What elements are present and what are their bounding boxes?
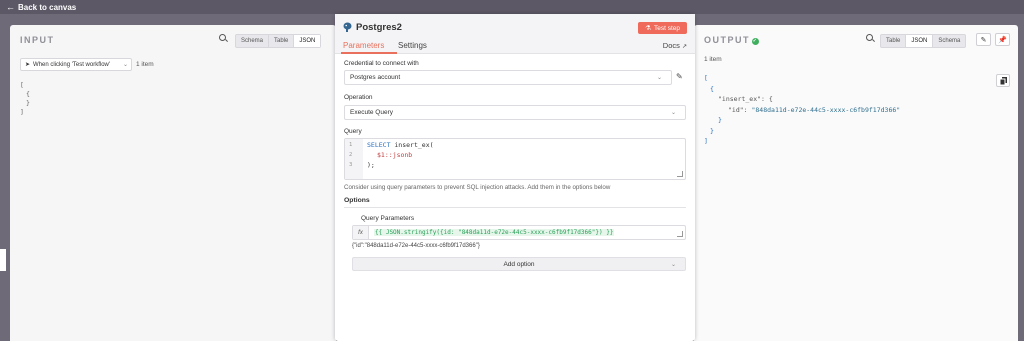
line-number: 1 bbox=[349, 142, 353, 148]
input-tab-schema[interactable]: Schema bbox=[236, 35, 270, 47]
query-parameters-label: Query Parameters bbox=[361, 215, 415, 222]
pin-icon: 📌 bbox=[998, 36, 1007, 44]
input-panel: INPUT Schema Table JSON ➤ When clicking … bbox=[10, 25, 336, 341]
code-text: ); bbox=[367, 161, 375, 169]
json-brace: } bbox=[718, 116, 722, 124]
docs-link[interactable]: Docs ↗ bbox=[663, 41, 687, 50]
output-tab-json[interactable]: JSON bbox=[906, 35, 934, 47]
input-tab-json[interactable]: JSON bbox=[294, 35, 321, 47]
test-step-label: Test step bbox=[653, 24, 680, 32]
query-parameters-expression[interactable]: fx {{ JSON.stringify({id: "848da11d-e72e… bbox=[352, 225, 686, 240]
operation-label: Operation bbox=[344, 94, 373, 101]
node-title: Postgres2 bbox=[356, 22, 402, 33]
search-icon[interactable] bbox=[219, 34, 228, 43]
json-bracket: [ bbox=[704, 74, 708, 82]
arrow-left-icon: ← bbox=[6, 2, 15, 12]
json-punct: : { bbox=[761, 95, 773, 103]
query-editor[interactable]: 1 2 3 SELECT insert_ex( $1::jsonb ); bbox=[344, 138, 686, 180]
canvas-edge-handle[interactable] bbox=[0, 249, 6, 271]
output-panel-title: OUTPUT ✓ bbox=[704, 35, 759, 45]
docs-label: Docs bbox=[662, 41, 680, 50]
code-line: SELECT insert_ex( bbox=[367, 141, 434, 149]
chevron-down-icon: ⌄ bbox=[670, 261, 676, 268]
cursor-icon: ➤ bbox=[25, 62, 31, 68]
success-check-icon: ✓ bbox=[752, 38, 759, 45]
active-tab-indicator bbox=[341, 52, 397, 54]
postgres-icon bbox=[343, 22, 352, 32]
line-number: 2 bbox=[349, 152, 353, 158]
expression-value: {{ JSON.stringify({id: "848da11d-e72e-44… bbox=[374, 229, 615, 236]
json-line: ] bbox=[20, 108, 24, 116]
add-option-label: Add option bbox=[503, 260, 535, 268]
external-link-icon: ↗ bbox=[681, 44, 687, 50]
resize-handle[interactable] bbox=[677, 171, 683, 177]
input-view-toggle: Schema Table JSON bbox=[235, 34, 322, 48]
input-node-select[interactable]: ➤ When clicking 'Test workflow' ⌄ bbox=[20, 58, 132, 71]
node-settings-panel: Postgres2 ⚗ Test step Parameters Setting… bbox=[335, 14, 695, 341]
pencil-icon: ✎ bbox=[980, 36, 987, 44]
sql-placeholder: $1 bbox=[377, 151, 385, 159]
output-panel: OUTPUT ✓ Table JSON Schema ✎ 📌 1 item [ {… bbox=[694, 25, 1018, 341]
search-icon[interactable] bbox=[866, 34, 875, 43]
credential-label: Credential to connect with bbox=[344, 60, 419, 67]
output-json-view: [ { "insert_ex": { "id": "848da11d-e72e-… bbox=[704, 73, 900, 147]
query-label: Query bbox=[344, 128, 362, 135]
output-items-count: 1 item bbox=[704, 56, 722, 63]
input-panel-title: INPUT bbox=[20, 35, 55, 45]
sql-injection-hint: Consider using query parameters to preve… bbox=[344, 184, 611, 191]
chevron-down-icon: ⌄ bbox=[670, 110, 676, 116]
json-line: { bbox=[26, 90, 30, 98]
tab-parameters[interactable]: Parameters bbox=[343, 41, 384, 50]
output-view-toggle: Table JSON Schema bbox=[880, 34, 967, 48]
credential-value: Postgres account bbox=[350, 74, 401, 81]
options-heading: Options bbox=[344, 197, 370, 204]
line-number: 3 bbox=[349, 162, 353, 168]
input-json-view: [ { } ] bbox=[20, 81, 30, 117]
operation-value: Execute Query bbox=[350, 109, 393, 116]
divider bbox=[344, 207, 686, 208]
json-key: "insert_ex" bbox=[718, 95, 762, 103]
json-line: } bbox=[26, 99, 30, 107]
test-step-button[interactable]: ⚗ Test step bbox=[638, 22, 687, 34]
json-brace: { bbox=[710, 84, 714, 93]
node-header: Postgres2 ⚗ Test step Parameters Setting… bbox=[335, 14, 695, 54]
flask-icon: ⚗ bbox=[645, 25, 651, 32]
chevron-down-icon: ⌄ bbox=[122, 62, 128, 68]
code-text: ::jsonb bbox=[384, 151, 413, 159]
edit-credential-icon[interactable]: ✎ bbox=[676, 72, 683, 81]
edit-output-button[interactable]: ✎ bbox=[976, 33, 991, 46]
input-tab-table[interactable]: Table bbox=[269, 35, 295, 47]
output-title-text: OUTPUT bbox=[704, 35, 750, 45]
json-brace: } bbox=[710, 126, 714, 135]
output-tab-table[interactable]: Table bbox=[881, 35, 907, 47]
editor-gutter bbox=[345, 139, 363, 179]
json-value: "848da11d-e72e-44c5-xxxx-c6fb9f17d366" bbox=[751, 105, 901, 114]
copy-icon bbox=[999, 76, 1007, 85]
top-bar bbox=[0, 0, 1024, 14]
sql-keyword: SELECT bbox=[367, 141, 391, 149]
json-line: [ bbox=[20, 81, 24, 89]
code-line: ); bbox=[367, 161, 375, 169]
code-line: $1::jsonb bbox=[367, 151, 412, 159]
back-to-canvas-link[interactable]: ← Back to canvas bbox=[6, 2, 76, 12]
copy-button[interactable] bbox=[996, 74, 1010, 87]
expression-preview: {"id":"848da11d-e72e-44c5-xxxx-c6fb9f17d… bbox=[352, 243, 480, 249]
chevron-down-icon: ⌄ bbox=[656, 75, 662, 81]
resize-handle[interactable] bbox=[677, 231, 683, 237]
back-label: Back to canvas bbox=[18, 2, 77, 12]
add-option-button[interactable]: Add option ⌄ bbox=[352, 257, 686, 271]
operation-select[interactable]: Execute Query ⌄ bbox=[344, 105, 686, 120]
fx-icon: fx bbox=[353, 226, 369, 239]
json-bracket: ] bbox=[704, 137, 708, 145]
input-items-count: 1 item bbox=[136, 61, 154, 68]
output-tab-schema[interactable]: Schema bbox=[933, 35, 965, 47]
json-key: "id" bbox=[728, 105, 744, 114]
pin-data-button[interactable]: 📌 bbox=[995, 33, 1010, 46]
credential-select[interactable]: Postgres account ⌄ bbox=[344, 70, 672, 85]
tab-settings[interactable]: Settings bbox=[398, 41, 427, 50]
code-text: insert_ex( bbox=[390, 141, 434, 149]
input-node-select-value: When clicking 'Test workflow' bbox=[33, 61, 111, 68]
